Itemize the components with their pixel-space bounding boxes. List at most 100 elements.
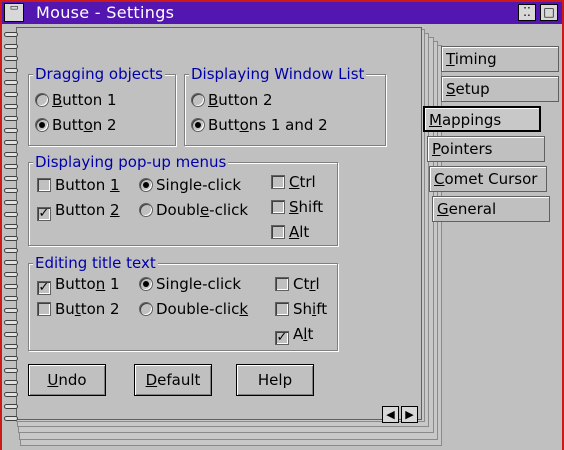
maximize-button[interactable]: □ — [540, 4, 558, 21]
checkmark-icon: ✓ — [37, 280, 51, 295]
spiral-coil — [4, 404, 18, 409]
dragging-objects-group: Dragging objects Button 1 Button 2 — [28, 65, 176, 146]
spiral-coil — [4, 140, 18, 145]
spiral-coil — [4, 260, 18, 265]
spiral-coil — [4, 380, 18, 385]
option-label: S — [289, 198, 299, 216]
tab-timing[interactable]: Timing — [441, 46, 559, 72]
tab-label: G — [437, 200, 449, 218]
title-single-click-radio[interactable]: Single-click — [139, 274, 241, 294]
popup-double-click-radio[interactable]: Double-click — [139, 200, 248, 220]
group-title: Displaying Window List — [189, 65, 367, 83]
spiral-coil — [4, 188, 18, 193]
default-button[interactable]: Default — [134, 364, 212, 396]
popup-shift-checkbox[interactable]: Shift — [271, 197, 323, 217]
title-button2-checkbox[interactable]: Button 2 — [37, 299, 120, 319]
title-bar[interactable]: ▭ Mouse - Settings ⁚⁚ □ — [2, 2, 562, 24]
tab-label: M — [429, 111, 442, 129]
option-label: Bu — [55, 300, 75, 318]
tab-label: P — [432, 140, 441, 158]
tab-label: omet Cursor — [444, 170, 538, 188]
option-label: utton 2 — [218, 91, 273, 109]
title-ctrl-checkbox[interactable]: Ctrl — [275, 274, 320, 294]
option-label: -click — [209, 201, 249, 219]
help-button[interactable]: Help — [236, 364, 314, 396]
tab-label: appings — [441, 111, 502, 129]
button-label: U — [47, 371, 59, 389]
button-label: D — [145, 371, 158, 389]
window-list-group: Displaying Window List Button 2 Buttons … — [184, 65, 386, 146]
option-label: ft — [316, 300, 328, 318]
title-shift-checkbox[interactable]: Shift — [275, 299, 327, 319]
spiral-coil — [4, 164, 18, 169]
option-label: A — [289, 223, 300, 241]
spiral-coil — [4, 224, 18, 229]
radio-icon-selected — [191, 118, 205, 132]
window-title: Mouse - Settings — [36, 3, 175, 22]
option-label: trl — [299, 173, 316, 191]
option-label: ton 2 — [80, 300, 120, 318]
option-label: C — [289, 173, 300, 191]
checkbox-icon — [37, 178, 51, 192]
spiral-coil — [4, 308, 18, 313]
tab-label: C — [434, 170, 445, 188]
spiral-coil — [4, 284, 18, 289]
undo-button[interactable]: Undo — [28, 364, 106, 396]
spiral-coil — [4, 296, 18, 301]
spiral-coil — [4, 68, 18, 73]
tab-label: eneral — [448, 200, 497, 218]
dragging-button2-radio[interactable]: Button 2 — [35, 115, 117, 135]
popup-single-click-radio[interactable]: Single-click — [139, 175, 241, 195]
dragging-button1-radio[interactable]: Button 1 — [35, 90, 117, 110]
tab-pointers[interactable]: Pointers — [427, 136, 545, 162]
spiral-coil — [4, 128, 18, 133]
option-label: Butto — [55, 275, 96, 293]
tab-setup[interactable]: Setup — [441, 76, 559, 102]
popup-alt-checkbox[interactable]: Alt — [271, 222, 309, 242]
spiral-coil — [4, 80, 18, 85]
spiral-coil — [4, 320, 18, 325]
mouse-settings-window: ▭ Mouse - Settings ⁚⁚ □ Dragging objects… — [0, 0, 564, 450]
title-alt-checkbox[interactable]: ✓ Alt — [275, 324, 313, 345]
next-page-arrow-icon[interactable]: ▶ — [401, 406, 418, 423]
checkbox-icon — [275, 277, 289, 291]
radio-icon-selected — [139, 178, 153, 192]
popup-button2-checkbox[interactable]: ✓ Button 2 — [37, 200, 120, 221]
window-list-buttons12-radio[interactable]: Buttons 1 and 2 — [191, 115, 328, 135]
title-button1-checkbox[interactable]: ✓ Button 1 — [37, 274, 120, 295]
option-label: 2 — [110, 201, 120, 219]
spiral-coil — [4, 152, 18, 157]
spiral-coil — [4, 32, 18, 37]
option-label: Button — [55, 201, 111, 219]
option-label: Double-clic — [156, 300, 240, 318]
title-double-click-radio[interactable]: Double-click — [139, 299, 248, 319]
popup-ctrl-checkbox[interactable]: Ctrl — [271, 172, 316, 192]
checkbox-icon — [275, 302, 289, 316]
popup-menus-group: Displaying pop-up menus Button 1 ✓ Button… — [28, 153, 338, 246]
spiral-coil — [4, 392, 18, 397]
checkbox-icon — [271, 175, 285, 189]
option-label: k — [239, 300, 249, 318]
spiral-coil — [4, 44, 18, 49]
popup-button1-checkbox[interactable]: Button 1 — [37, 175, 120, 195]
restore-button[interactable]: ⁚⁚ — [518, 4, 536, 21]
tab-comet-cursor[interactable]: Comet Cursor — [429, 166, 547, 192]
title-text-group: Editing title text ✓ Button 1 Button 2 Si… — [28, 254, 338, 351]
group-title: Editing title text — [33, 254, 158, 272]
group-title: Dragging objects — [33, 65, 165, 83]
option-label: hift — [298, 198, 324, 216]
system-menu-icon[interactable]: ▭ — [4, 3, 24, 22]
window-list-button2-radio[interactable]: Button 2 — [191, 90, 273, 110]
tab-label: T — [446, 50, 455, 68]
option-label: Ct — [293, 275, 310, 293]
spiral-coil — [4, 176, 18, 181]
tab-label: etup — [455, 80, 490, 98]
option-label: utton 1 — [62, 91, 117, 109]
spiral-coil — [4, 56, 18, 61]
option-label: Button — [55, 176, 111, 194]
tab-general[interactable]: General — [432, 196, 550, 222]
tab-mappings[interactable]: Mappings — [423, 106, 541, 132]
previous-page-arrow-icon[interactable]: ◀ — [382, 406, 399, 423]
option-label: e — [199, 201, 210, 219]
spiral-coil — [4, 116, 18, 121]
